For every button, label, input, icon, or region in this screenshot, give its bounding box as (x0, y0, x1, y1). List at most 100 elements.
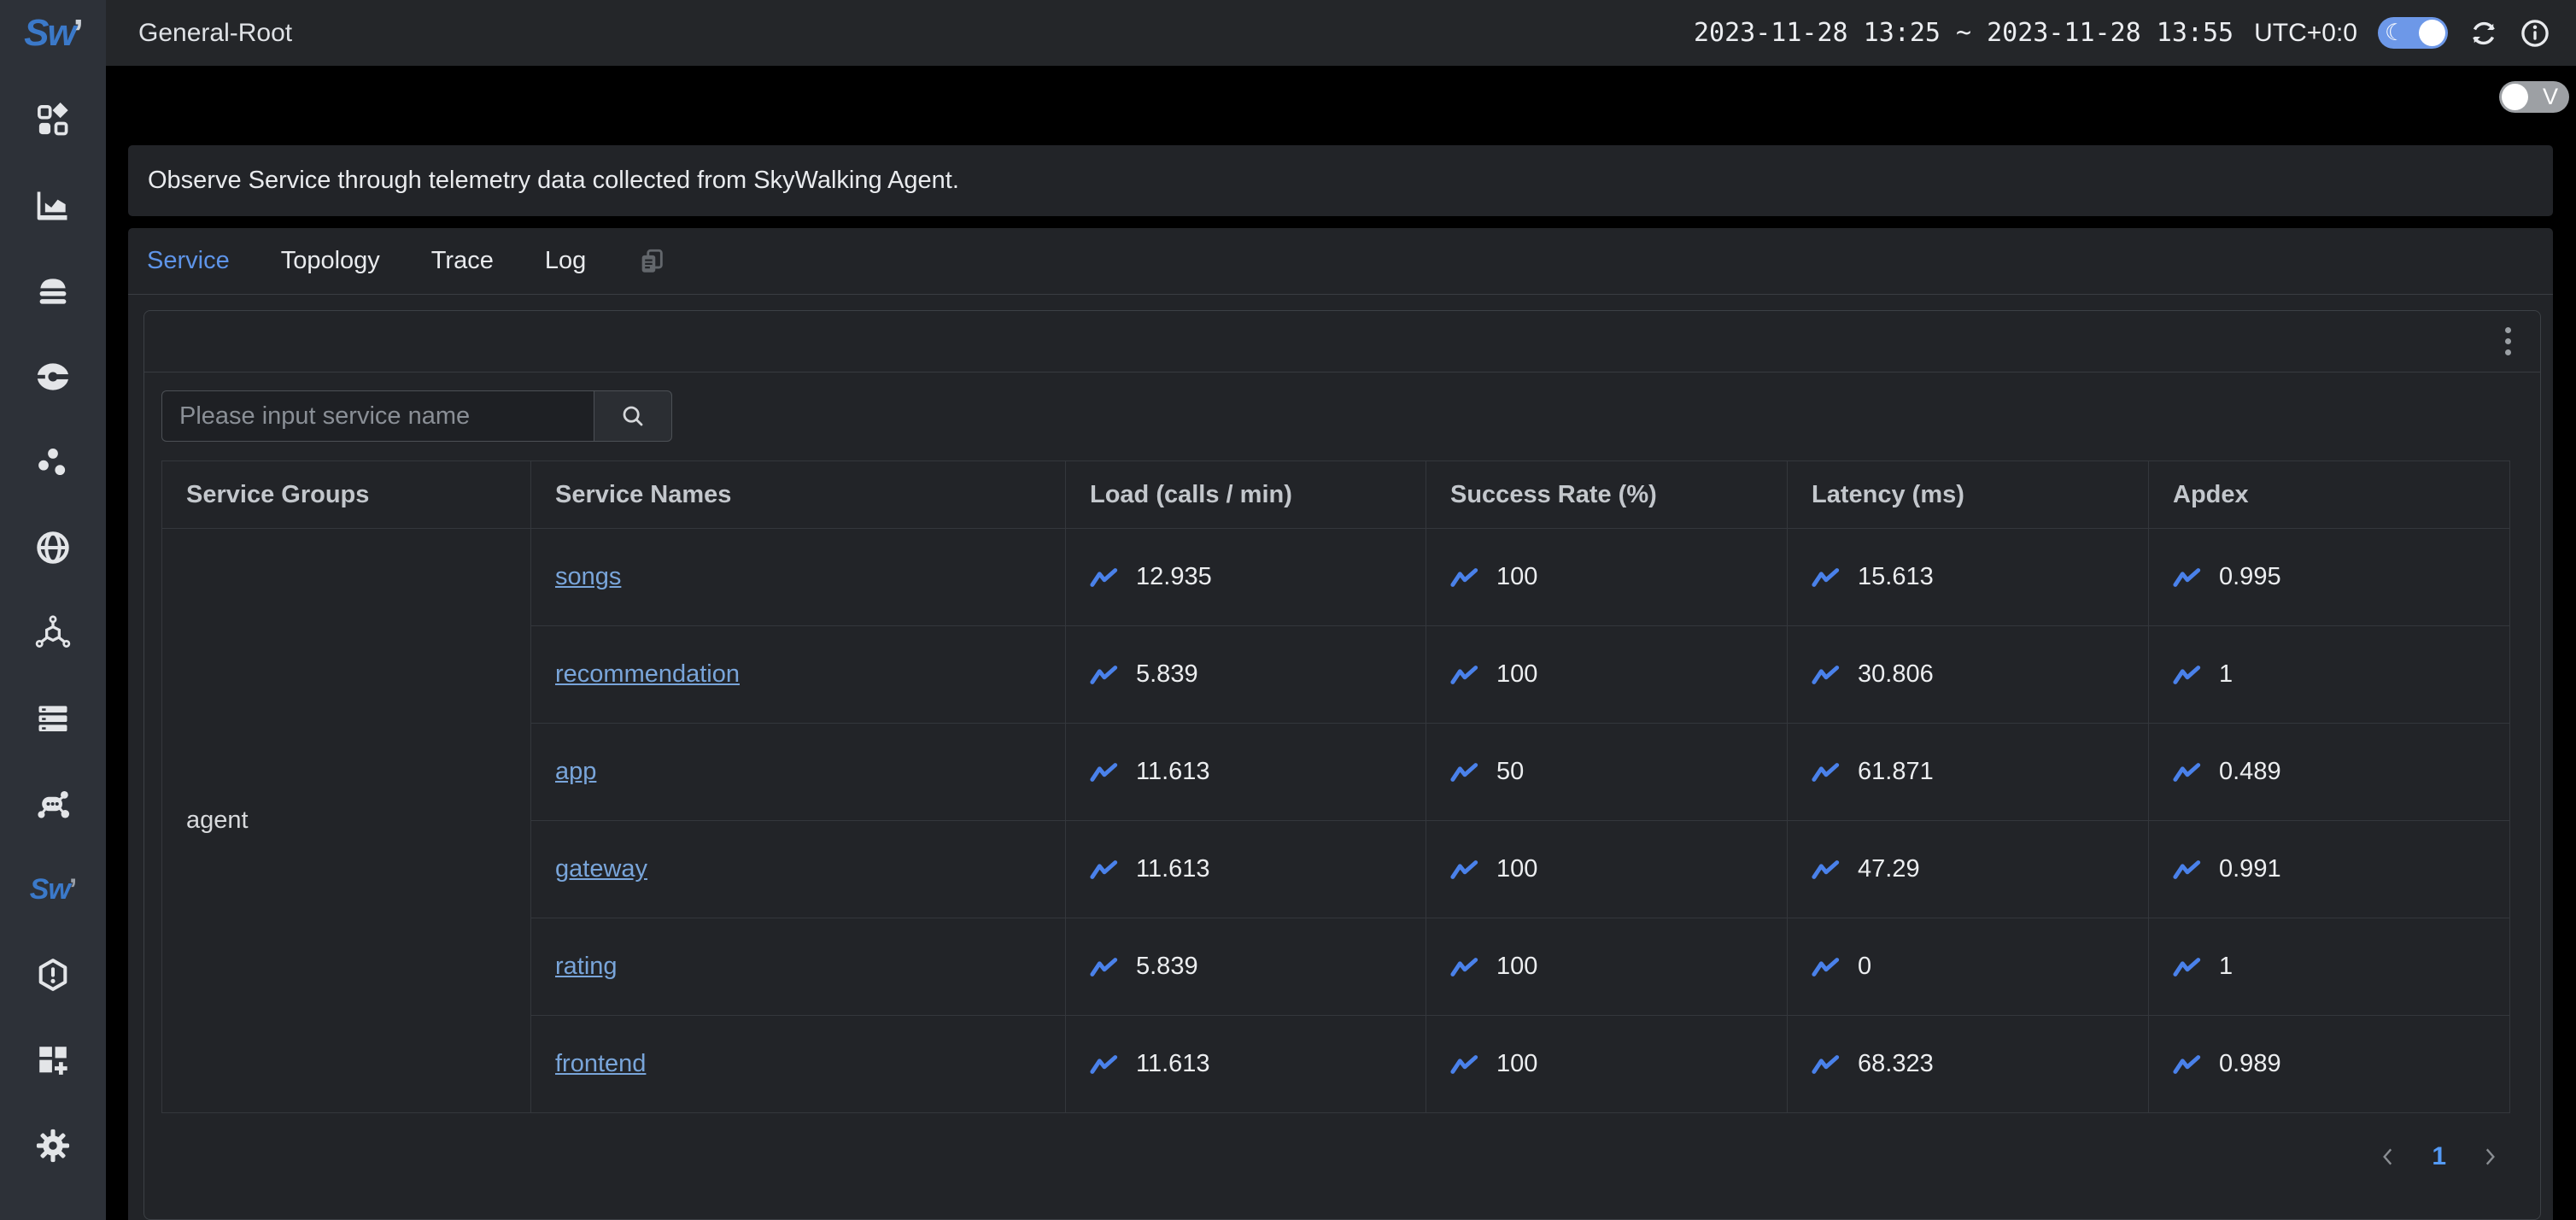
trend-icon (1812, 664, 1841, 686)
latency-value: 61.871 (1858, 758, 1934, 786)
prev-page-button[interactable] (2377, 1146, 2399, 1168)
theme-toggle-knob (2419, 20, 2445, 46)
trend-icon (1812, 1053, 1841, 1076)
latency-value: 15.613 (1858, 563, 1934, 591)
view-edit-toggle[interactable]: V (2499, 81, 2569, 113)
service-link[interactable]: frontend (555, 1050, 646, 1077)
service-link[interactable]: songs (555, 563, 621, 590)
page-number[interactable]: 1 (2432, 1142, 2446, 1171)
trend-icon (1812, 956, 1841, 978)
sidebar-item-mesh[interactable] (0, 590, 106, 676)
column-apdex: Apdex (2149, 461, 2510, 529)
tab-service[interactable]: Service (147, 247, 230, 275)
tab-topology[interactable]: Topology (281, 247, 380, 275)
sidebar-item-settings[interactable] (0, 1103, 106, 1188)
refresh-button[interactable] (2468, 18, 2499, 49)
service-link[interactable]: recommendation (555, 660, 740, 688)
load-value: 5.839 (1136, 660, 1198, 689)
tab-trace[interactable]: Trace (431, 247, 494, 275)
column-service-groups: Service Groups (162, 461, 531, 529)
trend-icon (2173, 956, 2202, 978)
service-search-input[interactable] (161, 390, 594, 442)
logo-swoosh: ’ (73, 12, 82, 55)
sidebar-item-dashboards[interactable] (0, 78, 106, 163)
skywalking-logo-icon: Sw’ (30, 873, 77, 906)
latency-value: 0 (1858, 953, 1871, 981)
apdex-value: 0.989 (2219, 1050, 2281, 1078)
column-load: Load (calls / min) (1066, 461, 1426, 529)
success-rate-value: 100 (1496, 660, 1537, 689)
sidebar-item-server-list[interactable] (0, 676, 106, 761)
copy-tabs-button[interactable] (637, 247, 666, 276)
sidebar-item-infrastructure[interactable] (0, 761, 106, 847)
column-service-names: Service Names (531, 461, 1066, 529)
sidebar-item-skywalking[interactable]: Sw’ (0, 847, 106, 932)
copy-icon (637, 247, 666, 276)
trend-icon (2173, 859, 2202, 881)
search-button[interactable] (594, 390, 672, 442)
widget-menu-button[interactable] (2500, 322, 2516, 361)
service-link[interactable]: rating (555, 953, 618, 980)
sidebar-item-alarm[interactable] (0, 932, 106, 1018)
apdex-value: 1 (2219, 953, 2233, 981)
table-header-row: Service Groups Service Names Load (calls… (162, 461, 2510, 529)
timezone-label: UTC+0:0 (2254, 19, 2357, 48)
info-button[interactable] (2520, 18, 2550, 49)
trend-icon (1450, 956, 1479, 978)
load-value: 11.613 (1136, 855, 1210, 883)
refresh-icon (2468, 18, 2499, 49)
apdex-value: 1 (2219, 660, 2233, 689)
skywalking-logo[interactable]: Sw’ (24, 0, 82, 66)
sidebar-item-donut-chart[interactable] (0, 334, 106, 419)
infrastructure-network-icon (34, 785, 72, 823)
apdex-value: 0.991 (2219, 855, 2281, 883)
trend-icon (1450, 566, 1479, 589)
sidebar-item-new-dashboard[interactable] (0, 1018, 106, 1103)
trend-icon (1450, 1053, 1479, 1076)
trend-icon (1450, 664, 1479, 686)
trend-icon (1812, 859, 1841, 881)
main-content: V Observe Service through telemetry data… (106, 66, 2576, 1220)
column-success-rate: Success Rate (%) (1426, 461, 1788, 529)
view-edit-toggle-label: V (2543, 84, 2558, 110)
sidebar-item-scatter[interactable] (0, 419, 106, 505)
service-link[interactable]: app (555, 758, 596, 785)
topbar-controls: 2023-11-28 13:25 ~ 2023-11-28 13:55 UTC+… (1694, 17, 2550, 49)
latency-value: 47.29 (1858, 855, 1920, 883)
trend-icon (1812, 566, 1841, 589)
search-row (144, 372, 2540, 460)
sidebar-item-marketplace[interactable] (0, 163, 106, 249)
sidebar-item-browser[interactable] (0, 505, 106, 590)
layers-icon (34, 273, 72, 310)
trend-icon (2173, 664, 2202, 686)
trend-icon (1090, 956, 1119, 978)
pagination: 1 (144, 1135, 2540, 1178)
load-value: 11.613 (1136, 758, 1210, 786)
dashboard-tab-panel: Service Topology Trace Log (128, 228, 2553, 1220)
chevron-left-icon (2377, 1146, 2399, 1168)
browser-globe-icon (34, 529, 72, 566)
tab-log[interactable]: Log (545, 247, 586, 275)
success-rate-value: 50 (1496, 758, 1524, 786)
widget-header (144, 311, 2540, 372)
service-table: Service Groups Service Names Load (calls… (161, 460, 2510, 1113)
trend-icon (2173, 1053, 2202, 1076)
kebab-menu-icon (2505, 327, 2511, 333)
theme-toggle[interactable]: ☾ (2378, 17, 2448, 49)
trend-icon (1090, 859, 1119, 881)
info-icon (2520, 18, 2550, 49)
banner-text: Observe Service through telemetry data c… (148, 167, 959, 195)
service-list-widget: Service Groups Service Names Load (calls… (143, 310, 2541, 1220)
success-rate-value: 100 (1496, 855, 1537, 883)
next-page-button[interactable] (2479, 1146, 2501, 1168)
trend-icon (1090, 664, 1119, 686)
trend-icon (1450, 859, 1479, 881)
scatter-dots-icon (34, 443, 72, 481)
view-edit-toggle-knob (2502, 84, 2528, 110)
time-range-picker[interactable]: 2023-11-28 13:25 ~ 2023-11-28 13:55 (1694, 18, 2234, 48)
service-link[interactable]: gateway (555, 855, 647, 883)
chevron-right-icon (2479, 1146, 2501, 1168)
sidebar-item-layers[interactable] (0, 249, 106, 334)
trend-icon (1812, 761, 1841, 783)
server-list-icon (34, 700, 72, 737)
